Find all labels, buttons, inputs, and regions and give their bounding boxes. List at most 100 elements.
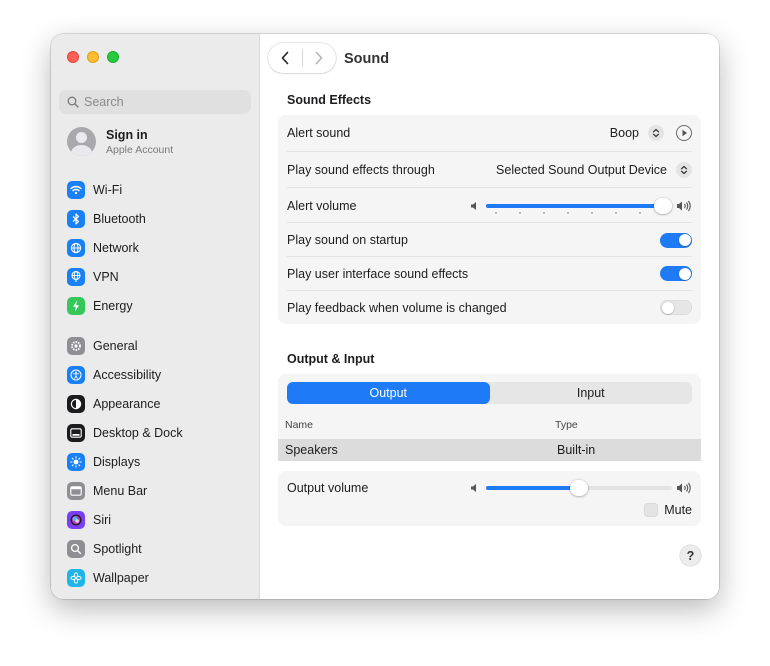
sidebar-item-label: Accessibility — [93, 367, 162, 382]
sidebar-item-general[interactable]: General — [59, 331, 253, 360]
sidebar-item-spotlight[interactable]: Spotlight — [59, 534, 253, 563]
sidebar-item-menu-bar[interactable]: Menu Bar — [59, 476, 253, 505]
sidebar-item-desktop-and-dock[interactable]: Desktop & Dock — [59, 418, 253, 447]
main-content: Sound Sound Effects Alert sound Boop Pla… — [260, 34, 719, 599]
column-header-type[interactable]: Type — [555, 419, 578, 431]
sidebar-item-label: Desktop & Dock — [93, 425, 183, 440]
sidebar-item-siri[interactable]: Siri — [59, 505, 253, 534]
startup-sound-row: Play sound on startup — [278, 223, 701, 257]
volume-feedback-row: Play feedback when volume is changed — [278, 291, 701, 324]
slider-tick — [519, 211, 521, 214]
slider-tick — [543, 211, 545, 214]
chevron-left-icon — [281, 51, 289, 65]
chevron-right-icon — [315, 51, 323, 65]
sidebar-item-energy[interactable]: Energy — [59, 291, 253, 320]
sidebar-item-label: Wallpaper — [93, 570, 149, 585]
output-input-group: Output Input Name Type Speakers Built-in — [278, 374, 701, 461]
slider-thumb[interactable] — [570, 480, 588, 496]
volume-feedback-toggle[interactable] — [660, 300, 692, 315]
alert-sound-row: Alert sound Boop — [278, 115, 701, 150]
wifi-icon — [67, 180, 85, 199]
slider-thumb[interactable] — [654, 197, 672, 214]
slider-fill — [486, 486, 579, 490]
dock-icon — [67, 423, 85, 442]
help-button[interactable]: ? — [680, 545, 701, 566]
tab-output[interactable]: Output — [287, 382, 490, 404]
sidebar: Sign in Apple Account Wi-Fi Bluetooth Netw… — [51, 34, 260, 599]
tab-input[interactable]: Input — [490, 382, 693, 404]
sidebar-item-appearance[interactable]: Appearance — [59, 389, 253, 418]
sidebar-item-label: Bluetooth — [93, 211, 146, 226]
sidebar-item-label: Siri — [93, 512, 112, 527]
menubar-icon — [67, 481, 85, 500]
section-title-sound-effects: Sound Effects — [287, 93, 372, 107]
play-through-value[interactable]: Selected Sound Output Device — [496, 163, 667, 177]
alert-sound-popup-button[interactable] — [648, 124, 664, 141]
table-row[interactable]: Speakers Built-in — [278, 439, 701, 461]
alert-volume-row: Alert volume — [278, 188, 701, 223]
speaker-low-icon — [471, 484, 476, 492]
forward-button[interactable] — [302, 43, 336, 73]
search-icon — [67, 96, 79, 108]
output-volume-slider[interactable] — [486, 479, 672, 497]
back-button[interactable] — [268, 43, 302, 73]
startup-sound-toggle[interactable] — [660, 232, 692, 248]
slider-tick — [639, 211, 641, 214]
sidebar-item-wi-fi[interactable]: Wi-Fi — [59, 175, 253, 204]
accessibility-icon — [67, 365, 85, 384]
volume-feedback-label: Play feedback when volume is changed — [287, 300, 507, 315]
avatar-icon — [67, 127, 96, 156]
sidebar-item-label: VPN — [93, 269, 119, 284]
toggle-knob — [678, 267, 691, 280]
slider-tick — [567, 211, 569, 214]
toggle-knob — [678, 234, 691, 246]
sidebar-item-wallpaper[interactable]: Wallpaper — [59, 563, 253, 592]
slider-fill — [486, 203, 663, 208]
alert-sound-value[interactable]: Boop — [610, 126, 639, 140]
mute-checkbox[interactable] — [644, 503, 659, 517]
sidebar-item-vpn[interactable]: VPN — [59, 262, 253, 291]
sidebar-item-network[interactable]: Network — [59, 233, 253, 262]
bluetooth-icon — [67, 209, 85, 228]
appearance-icon — [67, 394, 85, 413]
sidebar-item-displays[interactable]: Displays — [59, 447, 253, 476]
ui-sounds-toggle[interactable] — [660, 266, 692, 281]
play-icon — [682, 129, 687, 136]
speaker-low-icon — [471, 201, 476, 210]
sidebar-item-bluetooth[interactable]: Bluetooth — [59, 204, 253, 233]
device-type: Built-in — [557, 443, 596, 457]
gear-icon — [67, 336, 85, 355]
sidebar-item-label: Energy — [93, 298, 133, 313]
play-through-row: Play sound effects through Selected Soun… — [278, 152, 701, 187]
slider-tick — [615, 211, 617, 214]
account-subtitle: Apple Account — [106, 143, 174, 156]
play-through-popup-button[interactable] — [676, 161, 692, 178]
sidebar-item-label: Menu Bar — [93, 483, 148, 498]
account-signin[interactable]: Sign in Apple Account — [67, 127, 173, 156]
sidebar-search[interactable] — [59, 90, 251, 114]
alert-sound-label: Alert sound — [287, 125, 351, 140]
close-window-button[interactable] — [67, 51, 79, 63]
slider-ticks — [486, 211, 672, 214]
toggle-knob — [661, 301, 674, 314]
sound-effects-group: Alert sound Boop Play sound effects thro… — [278, 115, 701, 324]
sidebar-item-accessibility[interactable]: Accessibility — [59, 360, 253, 389]
column-header-name[interactable]: Name — [285, 419, 313, 431]
alert-volume-slider[interactable] — [486, 197, 672, 215]
sidebar-item-label: Spotlight — [93, 541, 142, 556]
search-input[interactable] — [84, 95, 234, 109]
startup-sound-label: Play sound on startup — [287, 233, 408, 247]
sidebar-group-connectivity: Wi-Fi Bluetooth Network VPN Energy — [59, 175, 253, 320]
zoom-window-button[interactable] — [107, 51, 119, 63]
mute-label: Mute — [664, 503, 692, 517]
output-volume-row: Output volume — [278, 471, 701, 505]
minimize-window-button[interactable] — [87, 51, 99, 63]
play-alert-button[interactable] — [676, 124, 692, 141]
play-through-label: Play sound effects through — [287, 162, 435, 177]
magnifier-icon — [67, 539, 85, 558]
slider-tick — [591, 211, 593, 214]
device-name: Speakers — [285, 443, 338, 457]
output-volume-label: Output volume — [287, 481, 369, 495]
up-down-chevron-icon — [652, 128, 660, 137]
alert-volume-label: Alert volume — [287, 198, 357, 213]
